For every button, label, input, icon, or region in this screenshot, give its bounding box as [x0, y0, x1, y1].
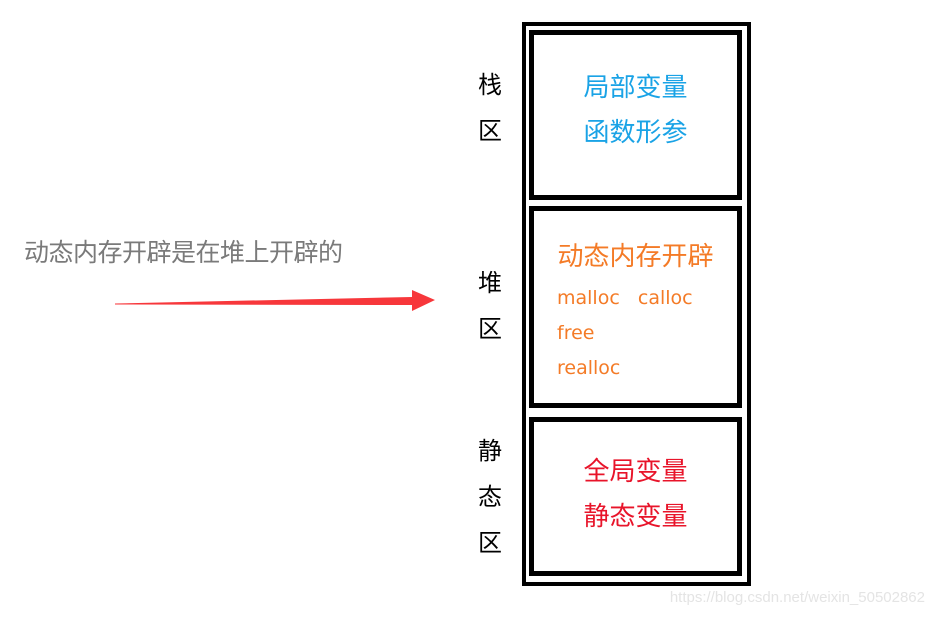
heap-region-title: 动态内存开辟	[557, 242, 714, 272]
static-region-contents: 全局变量 静态变量	[529, 450, 742, 540]
function-params-text: 函数形参	[583, 118, 688, 148]
arrow-icon	[115, 290, 435, 311]
label-char: 静	[478, 437, 502, 465]
label-char: 堆	[478, 269, 502, 297]
annotation-text: 动态内存开辟是在堆上开辟的	[24, 238, 343, 267]
heap-function-realloc: realloc	[557, 357, 621, 379]
label-char: 态	[478, 483, 502, 511]
local-variables-text: 局部变量	[583, 73, 688, 103]
watermark: https://blog.csdn.net/weixin_50502862	[669, 589, 925, 606]
heap-function-free: free	[557, 322, 595, 344]
global-variables-text: 全局变量	[583, 457, 688, 487]
label-char: 区	[478, 529, 502, 557]
arrow-shape	[115, 290, 435, 311]
heap-function-malloc-calloc: malloc calloc	[557, 287, 693, 309]
stack-region-label: 栈 区	[470, 62, 510, 154]
label-char: 栈	[478, 71, 502, 99]
stack-region-contents: 局部变量 函数形参	[529, 66, 742, 156]
label-char: 区	[478, 315, 502, 343]
static-variables-text: 静态变量	[583, 502, 688, 532]
label-char: 区	[478, 117, 502, 145]
static-region-label: 静 态 区	[470, 428, 510, 566]
heap-region-label: 堆 区	[470, 260, 510, 352]
